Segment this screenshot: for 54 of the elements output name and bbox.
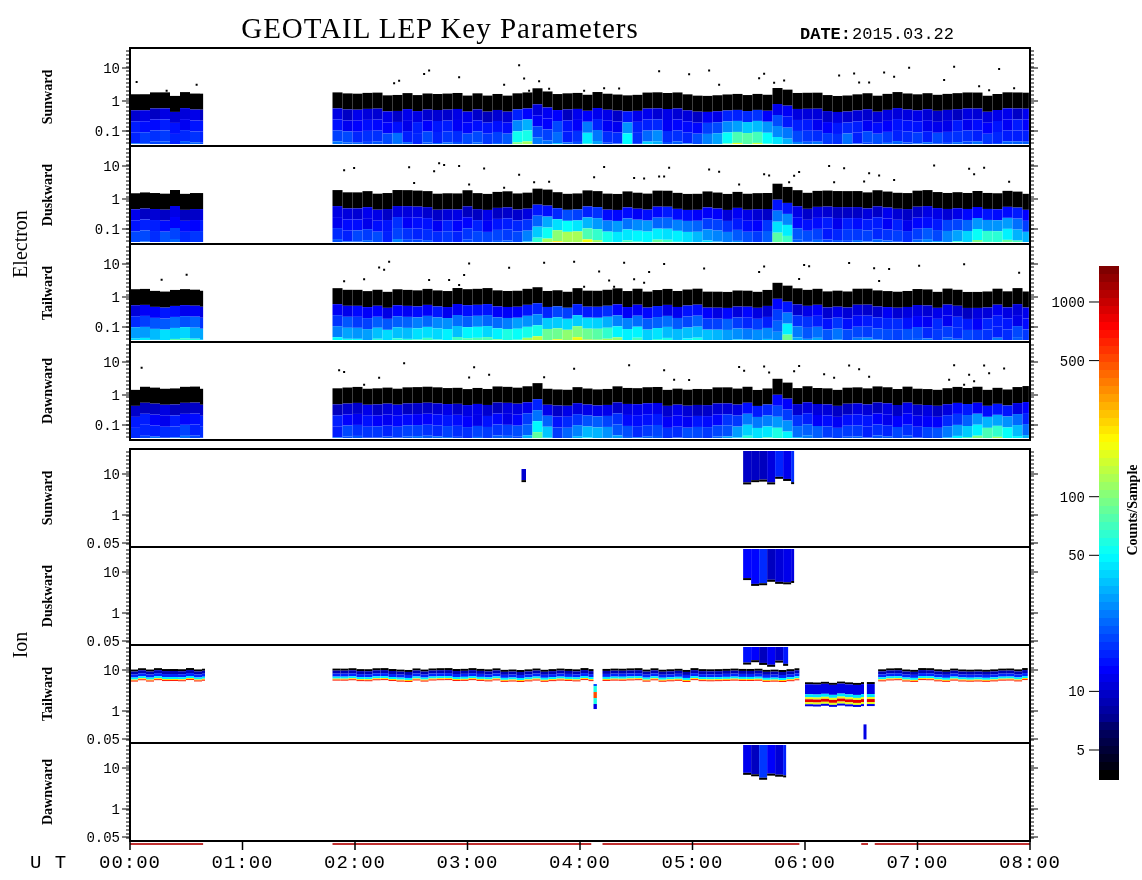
y-tick-label: 10 — [103, 257, 120, 273]
y-tick-label: 0.1 — [94, 418, 120, 434]
colorbar-tick-label: 5 — [1076, 743, 1085, 759]
y-tick-label: 1 — [111, 802, 120, 818]
colorbar-label: Counts/Sample — [1125, 464, 1140, 556]
y-tick-label: 0.1 — [94, 222, 120, 238]
x-tick-label: 04:00 — [549, 852, 611, 874]
date-label: DATE: — [800, 25, 851, 44]
y-tick-label: 0.1 — [94, 124, 120, 140]
y-tick-label: 10 — [103, 467, 120, 483]
panel-label: Dawnward — [40, 758, 55, 826]
date-value: 2015.03.22 — [852, 25, 955, 44]
x-tick-label: 07:00 — [886, 852, 949, 874]
y-tick-label: 0.05 — [86, 536, 120, 552]
y-tick-label: 10 — [103, 159, 120, 175]
colorbar-tick-label: 10 — [1068, 684, 1085, 701]
x-tick-label: 08:00 — [999, 852, 1061, 874]
panel-label: Dawnward — [40, 357, 55, 425]
y-tick-label: 1 — [111, 704, 120, 720]
panel-label: Sunward — [40, 470, 55, 526]
colorbar-tick-label: 100 — [1059, 489, 1085, 506]
y-tick-label: 10 — [103, 663, 120, 679]
y-tick-label: 1 — [111, 388, 120, 404]
x-tick-label: 01:00 — [211, 852, 274, 874]
y-tick-label: 1 — [111, 606, 120, 622]
colorbar-tick-label: 50 — [1068, 548, 1085, 565]
panel-label: Tailward — [40, 667, 55, 721]
y-tick-label: 0.05 — [86, 732, 120, 748]
group-label: Ion — [9, 631, 31, 659]
y-tick-label: 0.05 — [86, 830, 120, 846]
y-tick-label: 0.05 — [86, 634, 120, 650]
y-tick-label: 1 — [111, 94, 120, 110]
y-tick-label: 1 — [111, 192, 120, 208]
x-tick-label: 03:00 — [436, 852, 499, 874]
y-tick-label: 10 — [103, 565, 120, 581]
y-tick-label: 10 — [103, 61, 120, 77]
y-tick-label: 1 — [111, 508, 120, 524]
panel-label: Sunward — [40, 69, 55, 125]
x-tick-label: 02:00 — [324, 852, 386, 874]
y-tick-label: 10 — [103, 355, 120, 371]
x-tick-label: 00:00 — [99, 852, 161, 874]
colorbar-tick-label: 500 — [1059, 353, 1085, 370]
x-tick-label: 06:00 — [774, 852, 836, 874]
group-label: Electron — [9, 210, 31, 278]
y-tick-label: 0.1 — [94, 320, 120, 336]
y-tick-label: 10 — [103, 761, 120, 777]
panel-label: Tailward — [40, 266, 55, 320]
colorbar-tick-label: 1000 — [1051, 295, 1085, 311]
panel-label: Duskward — [40, 163, 55, 227]
plot-title: GEOTAIL LEP Key Parameters — [241, 12, 639, 44]
x-axis-label: U T — [30, 852, 68, 874]
y-tick-label: 1 — [111, 290, 120, 306]
x-tick-label: 05:00 — [661, 852, 724, 874]
panel-label: Duskward — [40, 564, 55, 628]
